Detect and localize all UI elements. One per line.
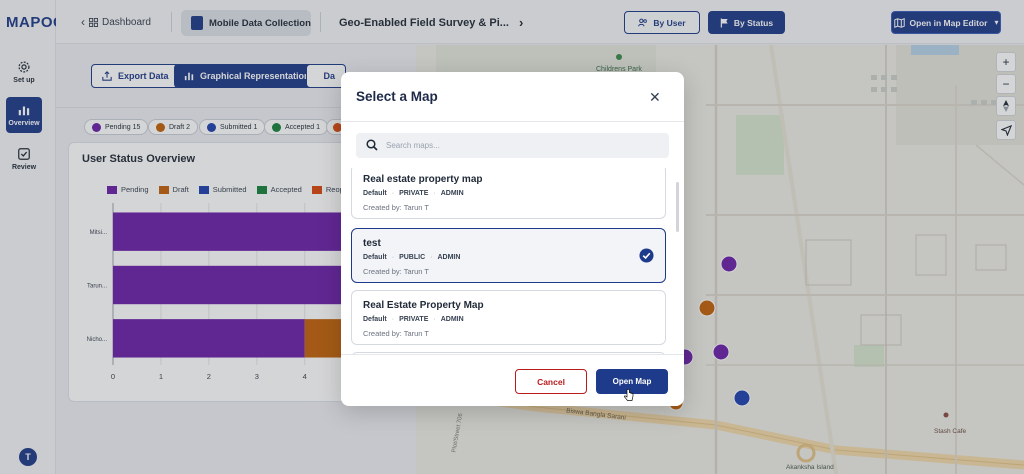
map-meta: Default · PRIVATE · ADMIN: [363, 316, 464, 323]
select-map-dialog: Select a Map ✕ Real estate property map …: [341, 72, 684, 406]
map-creator: Created by: Tarun T: [363, 329, 430, 338]
dialog-title: Select a Map: [356, 89, 438, 104]
close-icon[interactable]: ✕: [649, 89, 661, 106]
map-meta: Default · PRIVATE · ADMIN: [363, 190, 464, 197]
map-list-item[interactable]: Real estate property map Default · PRIVAT…: [351, 168, 666, 219]
list-scrollbar[interactable]: [676, 182, 679, 232]
map-name: Real Estate Property Map: [363, 300, 484, 311]
map-list: Real estate property map Default · PRIVAT…: [341, 168, 684, 354]
map-list-item-selected[interactable]: test Default · PUBLIC · ADMIN Created by: …: [351, 228, 666, 283]
dialog-header: Select a Map ✕: [341, 72, 684, 122]
search-maps-input[interactable]: [356, 133, 669, 158]
map-list-item[interactable]: Real Estate Property Map Default · PRIVAT…: [351, 290, 666, 345]
map-name: test: [363, 238, 381, 249]
map-creator: Created by: Tarun T: [363, 267, 430, 276]
map-meta: Default · PUBLIC · ADMIN: [363, 254, 461, 261]
cursor-icon: [624, 389, 634, 401]
check-circle-icon: [639, 248, 654, 263]
map-name: Real estate property map: [363, 174, 483, 185]
map-creator: Created by: Tarun T: [363, 203, 430, 212]
search-icon: [366, 139, 378, 151]
cancel-button[interactable]: Cancel: [515, 369, 587, 394]
